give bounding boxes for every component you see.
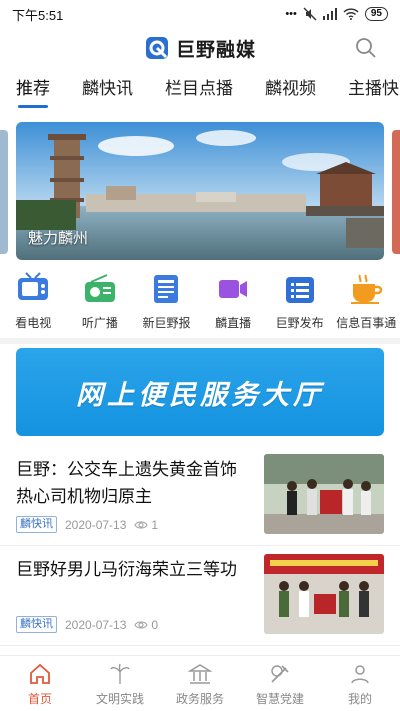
news-meta: 麟快讯 2020-07-13 0: [16, 616, 158, 633]
quick-link-live[interactable]: 麟直播: [200, 268, 267, 336]
banner-slide[interactable]: 魅力麟州: [16, 122, 384, 260]
live-camera-icon: [219, 280, 248, 298]
quick-link-publish[interactable]: 巨野发布: [266, 268, 333, 336]
tab-anchor[interactable]: 主播快: [332, 74, 399, 110]
coffee-cup-icon: [351, 274, 383, 304]
quick-link-newspaper[interactable]: 新巨野报: [133, 268, 200, 336]
news-list: 巨野：公交车上遗失黄金首饰 热心司机物归原主 麟快讯 2020-07-13 1 …: [0, 446, 400, 646]
news-meta: 麟快讯 2020-07-13 1: [16, 516, 158, 533]
section-divider: [0, 338, 400, 344]
nav-party[interactable]: 智慧党建: [240, 656, 320, 711]
publish-list-icon: [285, 277, 314, 303]
wifi-icon: [343, 8, 359, 20]
mute-icon: [303, 7, 317, 21]
news-item[interactable]: 巨野：公交车上遗失黄金首饰 热心司机物归原主 麟快讯 2020-07-13 1: [0, 446, 400, 546]
tv-icon: [18, 272, 49, 300]
civilization-icon: [110, 663, 130, 684]
quick-link-info[interactable]: 信息百事通: [333, 268, 400, 336]
nav-label: 首页: [27, 692, 52, 706]
radio-icon: [84, 274, 115, 302]
quick-links: 看电视 听广播 新巨野报 麟直播 巨野发布 信息百事通: [0, 268, 400, 336]
news-views: 1: [134, 518, 158, 532]
status-time: 下午5:51: [12, 7, 64, 23]
eye-icon: [134, 520, 149, 529]
news-views: 0: [134, 618, 158, 632]
nav-label: 政务服务: [175, 692, 224, 706]
service-hall-banner[interactable]: 网上便民服务大厅: [16, 348, 384, 436]
news-view-count: 1: [151, 517, 159, 532]
party-icon: [271, 665, 289, 683]
tab-lin-video[interactable]: 麟视频: [249, 74, 316, 110]
news-title: 巨野：公交车上遗失黄金首饰 热心司机物归原主: [16, 460, 237, 506]
quick-link-radio[interactable]: 听广播: [67, 268, 134, 336]
banner-carousel[interactable]: 魅力麟州: [0, 122, 400, 262]
nav-profile[interactable]: 我的: [320, 656, 400, 711]
logo-icon: [145, 37, 168, 59]
quick-link-label: 新巨野报: [142, 316, 191, 330]
quick-link-label: 信息百事通: [336, 316, 397, 330]
nav-government[interactable]: 政务服务: [160, 656, 240, 711]
news-thumbnail: [264, 554, 384, 634]
status-icons: ••• 95: [285, 7, 388, 21]
nav-label: 文明实践: [95, 692, 144, 706]
quick-link-label: 巨野发布: [275, 316, 324, 330]
bottom-navigation: 首页 文明实践 政务服务 智慧党建 我的: [0, 655, 400, 711]
app-logo: 巨野融媒: [144, 35, 256, 62]
app-name: 巨野融媒: [175, 39, 256, 61]
newspaper-icon: [154, 275, 179, 303]
more-dots-icon: •••: [285, 8, 297, 20]
service-hall-text: 网上便民服务大厅: [76, 379, 324, 410]
tab-recommend[interactable]: 推荐: [0, 74, 50, 110]
news-item[interactable]: 巨野好男儿马衍海荣立三等功 麟快讯 2020-07-13 0: [0, 546, 400, 646]
quick-link-label: 麟直播: [215, 316, 252, 330]
profile-icon: [351, 665, 369, 684]
tab-program-vod[interactable]: 栏目点播: [149, 74, 233, 110]
news-date: 2020-07-13: [65, 517, 127, 532]
news-tag: 麟快讯: [16, 516, 57, 533]
tab-lin-news[interactable]: 麟快讯: [66, 74, 133, 110]
status-bar: 下午5:51 ••• 95: [0, 0, 400, 28]
banner-next-peek: [392, 130, 400, 254]
quick-link-label: 听广播: [81, 316, 118, 330]
nav-label: 我的: [347, 692, 372, 706]
nav-home[interactable]: 首页: [0, 656, 80, 711]
app-header: 巨野融媒: [0, 28, 400, 68]
news-thumbnail: [264, 454, 384, 534]
search-icon[interactable]: [354, 36, 378, 60]
news-tag: 麟快讯: [16, 616, 57, 633]
signal-icon: [322, 8, 337, 20]
battery-indicator: 95: [364, 7, 388, 21]
eye-icon: [134, 620, 149, 629]
banner-caption: 魅力麟州: [28, 230, 89, 247]
quick-link-label: 看电视: [15, 316, 52, 330]
news-date: 2020-07-13: [65, 617, 127, 632]
news-view-count: 0: [151, 617, 159, 632]
quick-link-tv[interactable]: 看电视: [0, 268, 67, 336]
nav-label: 智慧党建: [255, 692, 304, 706]
home-icon: [30, 663, 50, 684]
banner-prev-peek: [0, 130, 8, 254]
category-tabs: 推荐 麟快讯 栏目点播 麟视频 主播快: [0, 74, 400, 110]
government-icon: [188, 664, 212, 684]
news-title: 巨野好男儿马衍海荣立三等功: [16, 560, 237, 579]
nav-civilization[interactable]: 文明实践: [80, 656, 160, 711]
